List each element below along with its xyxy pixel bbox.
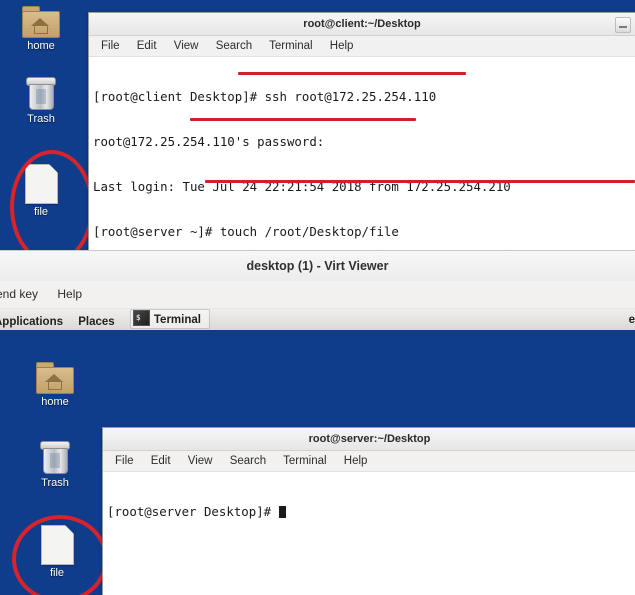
trash-can-icon (24, 77, 58, 111)
desktop-icon-trash-bottom[interactable]: Trash (16, 441, 94, 490)
menu-item-send-key[interactable]: end key (0, 287, 38, 301)
desktop-icon-label: Trash (27, 113, 55, 125)
menu-item-terminal[interactable]: Terminal (283, 455, 326, 467)
annotation-underline-ssh (238, 72, 466, 75)
gnome-top-panel: Applications Places Terminal e (0, 308, 635, 332)
menu-item-view[interactable]: View (174, 40, 199, 52)
menu-item-file[interactable]: File (115, 455, 134, 467)
virt-viewer-titlebar: desktop (1) - Virt Viewer (0, 250, 635, 282)
terminal-icon (132, 309, 150, 327)
taskbar-item-terminal[interactable]: Terminal (129, 309, 210, 329)
server-terminal-window[interactable]: root@server:~/Desktop File Edit View Sea… (102, 427, 635, 595)
trash-can-icon (38, 441, 72, 475)
terminal-cursor (278, 506, 286, 518)
panel-right-text: e (628, 314, 635, 326)
panel-places-menu[interactable]: Places (78, 316, 114, 328)
client-terminal-titlebar: root@client:~/Desktop (89, 13, 635, 36)
client-terminal-menubar: File Edit View Search Terminal Help (89, 36, 635, 57)
annotation-ellipse-file-top (10, 150, 94, 264)
desktop-icon-label: home (27, 40, 55, 52)
home-folder-icon (36, 362, 74, 394)
virt-viewer-chrome: desktop (1) - Virt Viewer end key Help A… (0, 250, 635, 359)
annotation-ellipse-file-bottom (12, 515, 108, 595)
server-terminal-menubar: File Edit View Search Terminal Help (103, 451, 635, 472)
terminal-line: [root@client Desktop]# ssh root@172.25.2… (93, 89, 437, 104)
menu-item-file[interactable]: File (101, 40, 120, 52)
menu-item-view[interactable]: View (188, 455, 213, 467)
client-terminal-output[interactable]: [root@client Desktop]# ssh root@172.25.2… (89, 57, 635, 251)
desktop-icon-trash-top[interactable]: Trash (2, 77, 80, 126)
menu-item-search[interactable]: Search (216, 40, 252, 52)
home-folder-icon (22, 6, 60, 38)
taskbar-item-label: Terminal (153, 314, 201, 326)
annotation-underline-scp (205, 180, 635, 183)
menu-item-help[interactable]: Help (330, 40, 354, 52)
server-terminal-title: root@server:~/Desktop (308, 433, 431, 445)
terminal-prompt-line: [root@server Desktop]# (107, 504, 635, 519)
desktop-icon-home-bottom[interactable]: home (16, 362, 94, 409)
menu-item-terminal[interactable]: Terminal (269, 40, 312, 52)
client-terminal-window[interactable]: root@client:~/Desktop File Edit View Sea… (88, 12, 635, 252)
panel-applications-menu[interactable]: Applications (0, 316, 63, 328)
annotation-underline-touch (190, 118, 416, 121)
terminal-line: root@172.25.254.110's password: (93, 134, 325, 149)
terminal-prompt: [root@server Desktop]# (107, 504, 279, 519)
desktop-icon-label: home (41, 396, 69, 408)
server-terminal-output[interactable]: [root@server Desktop]# (103, 472, 635, 549)
virt-viewer-title: desktop (1) - Virt Viewer (246, 259, 389, 273)
screenshot-root: home Trash file root@client:~/Desktop Fi… (0, 0, 635, 595)
server-desktop-background-top (0, 330, 635, 359)
menu-item-help[interactable]: Help (57, 287, 82, 301)
menu-item-edit[interactable]: Edit (151, 455, 171, 467)
terminal-line: [root@server ~]# touch /root/Desktop/fil… (93, 224, 399, 239)
desktop-icon-label: Trash (41, 477, 69, 489)
minimize-button[interactable] (615, 17, 631, 33)
server-terminal-titlebar: root@server:~/Desktop (103, 428, 635, 451)
menu-item-search[interactable]: Search (230, 455, 266, 467)
virt-viewer-menubar: end key Help (0, 281, 635, 308)
menu-item-help[interactable]: Help (344, 455, 368, 467)
desktop-icon-home-top[interactable]: home (2, 6, 80, 53)
client-terminal-title: root@client:~/Desktop (303, 18, 421, 30)
menu-item-edit[interactable]: Edit (137, 40, 157, 52)
